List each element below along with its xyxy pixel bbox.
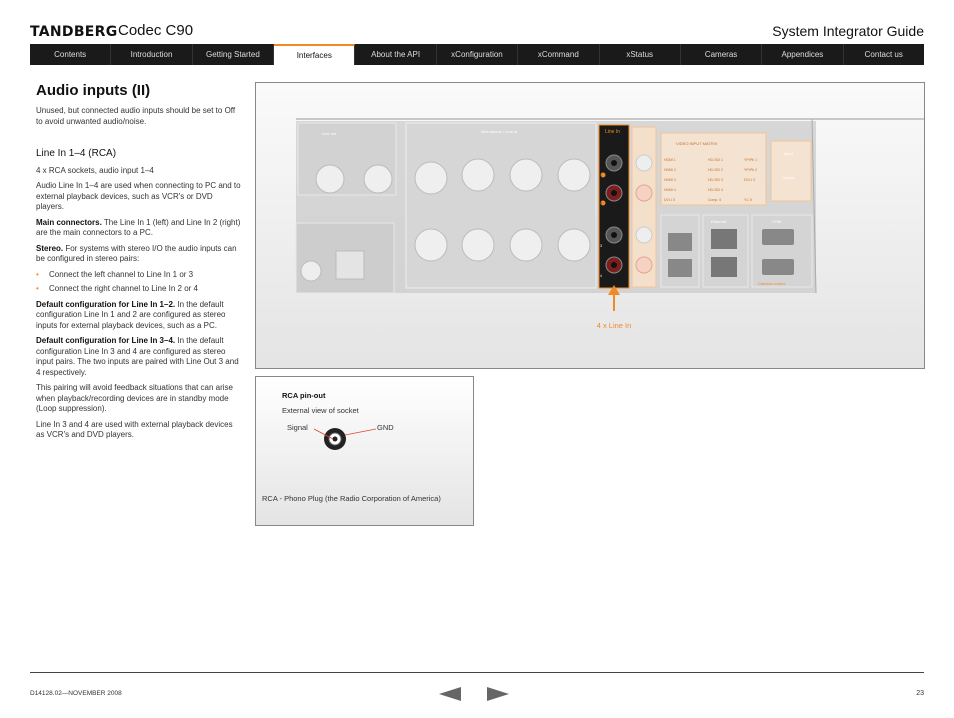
matrix-cell: YPrPb 1 xyxy=(744,158,757,162)
rca-pinout-figure: RCA pin-out External view of socket Sign… xyxy=(255,376,474,526)
input-label: Input xyxy=(784,151,794,156)
matrix-cell: HDMI 1 xyxy=(664,158,676,162)
com-label: COM xyxy=(772,219,781,224)
rca-socket-pin xyxy=(332,436,338,442)
brand-logo: TANDBERG xyxy=(30,24,118,40)
previous-page-button[interactable] xyxy=(439,687,461,701)
next-page-button[interactable] xyxy=(487,687,509,701)
jack-label-3: 3 xyxy=(600,244,602,248)
matrix-cell: HD-SDI 4 xyxy=(708,188,723,192)
mic-in-label: Microphone / Line in xyxy=(481,129,517,134)
jack-label-1: 1 xyxy=(600,174,602,178)
matrix-cell: Comp. 5 xyxy=(708,198,721,202)
paragraph: Main connectors. The Line In 1 (left) an… xyxy=(36,218,242,239)
paragraph: Default configuration for Line In 3–4. I… xyxy=(36,336,242,378)
rca-caption: RCA - Phono Plug (the Radio Corporation … xyxy=(262,494,441,503)
nav-cameras[interactable]: Cameras xyxy=(681,44,763,65)
nav-contact-us[interactable]: Contact us xyxy=(844,44,924,65)
product-title: Codec C90 xyxy=(118,22,194,39)
nav-appendices[interactable]: Appendices xyxy=(762,44,844,65)
video-matrix-label: VIDEO INPUT MATRIX xyxy=(676,141,718,146)
matrix-cell: HD-SDI 2 xyxy=(708,168,723,172)
matrix-cell: YPrPb 2 xyxy=(744,168,757,172)
nav-about-api[interactable]: About the API xyxy=(355,44,437,65)
footer-divider xyxy=(30,672,924,673)
bullet-list: Connect the left channel to Line In 1 or… xyxy=(36,270,242,295)
nav-contents[interactable]: Contents xyxy=(30,44,112,65)
matrix-cell: HD-SDI 1 xyxy=(708,158,723,162)
matrix-cell: HDMI 4 xyxy=(664,188,676,192)
matrix-cell: DVI-I 3 xyxy=(744,178,755,182)
bold-lead: Main connectors. xyxy=(36,217,102,227)
document-id: D14128.02—NOVEMBER 2008 xyxy=(30,690,122,697)
nav-xconfiguration[interactable]: xConfiguration xyxy=(437,44,519,65)
matrix-cell: HD-SDI 3 xyxy=(708,178,723,182)
paragraph: Line In 3 and 4 are used with external p… xyxy=(36,419,233,440)
paragraph: 4 x RCA sockets, audio input 1–4 xyxy=(36,165,154,175)
output-label: Output xyxy=(782,175,795,180)
nav-interfaces[interactable]: Interfaces xyxy=(274,44,356,65)
line-out-label: Line out xyxy=(322,131,337,136)
arrow-left-icon xyxy=(439,687,461,701)
paragraph: This pairing will avoid feedback situati… xyxy=(36,383,233,413)
paragraph-text: For systems with stereo I/O the audio in… xyxy=(36,243,237,264)
page-title: Audio inputs (II) xyxy=(36,82,151,99)
matrix-cell: HDMI 2 xyxy=(664,168,676,172)
nav-introduction[interactable]: Introduction xyxy=(111,44,193,65)
nav-xcommand[interactable]: xCommand xyxy=(518,44,600,65)
arrow-right-icon xyxy=(487,687,509,701)
rca-socket-diagram xyxy=(313,428,377,450)
list-item: Connect the left channel to Line In 1 or… xyxy=(36,270,242,281)
paragraph: Audio Line In 1–4 are used when connecti… xyxy=(36,181,241,211)
paragraph: Default configuration for Line In 1–2. I… xyxy=(36,300,242,332)
content-column: Audio inputs (II) Unused, but connected … xyxy=(36,82,242,446)
camera-control-label: Camera control xyxy=(758,281,785,286)
paragraph: Stereo. For systems with stereo I/O the … xyxy=(36,244,242,265)
codec-rear-panel-figure: Line out Microphone / Line in Line In 1 … xyxy=(255,82,925,369)
matrix-cell: DVI-I 5 xyxy=(664,198,675,202)
matrix-cell: YC 5 xyxy=(744,198,752,202)
top-nav: Contents Introduction Getting Started In… xyxy=(30,44,924,65)
line-in-panel-label: Line In xyxy=(605,129,620,135)
jack-label-4: 4 xyxy=(600,274,602,278)
page-header: TANDBERG Codec C90 System Integrator Gui… xyxy=(30,22,924,44)
bold-lead: Default configuration for Line In 1–2. xyxy=(36,299,176,309)
bold-lead: Default configuration for Line In 3–4. xyxy=(36,336,176,345)
matrix-cell: HDMI 3 xyxy=(664,178,676,182)
nav-getting-started[interactable]: Getting Started xyxy=(193,44,275,65)
nav-xstatus[interactable]: xStatus xyxy=(600,44,681,65)
section-title: Line In 1–4 (RCA) xyxy=(36,148,117,159)
rear-panel-illustration: Line out Microphone / Line in Line In 1 … xyxy=(295,118,924,330)
ethernet-label: Ethernet xyxy=(711,219,727,224)
callout-label: 4 x Line In xyxy=(597,321,632,330)
page-number: 23 xyxy=(916,690,924,697)
jack-label-2: 2 xyxy=(600,202,602,206)
intro-text: Unused, but connected audio inputs shoul… xyxy=(36,106,236,126)
list-item: Connect the right channel to Line In 2 o… xyxy=(36,284,242,295)
guide-title: System Integrator Guide xyxy=(772,23,924,39)
bold-lead: Stereo. xyxy=(36,243,64,253)
